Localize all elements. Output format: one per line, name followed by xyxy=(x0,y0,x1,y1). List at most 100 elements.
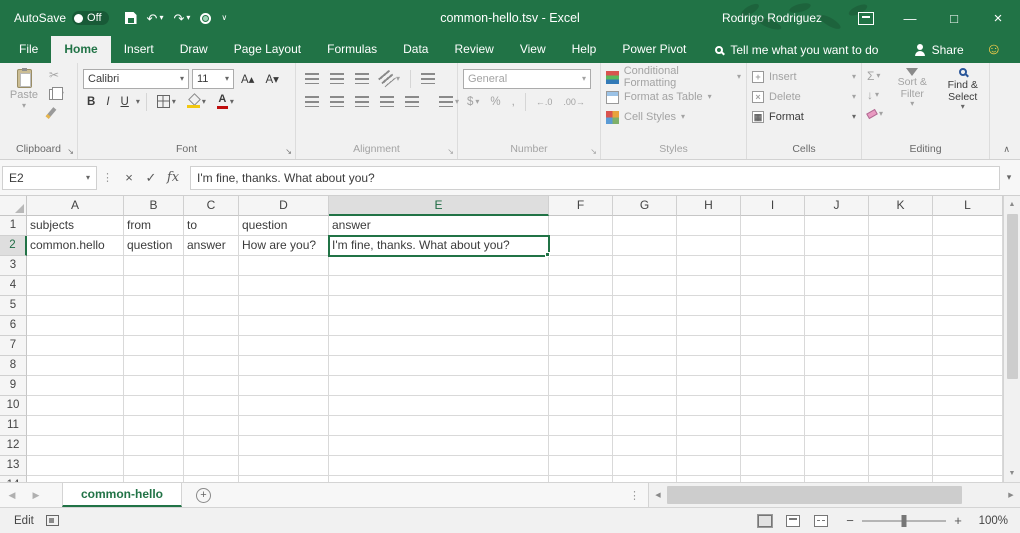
customize-qat-button[interactable]: ∨ xyxy=(221,14,227,22)
cell-styles-button[interactable]: Cell Styles ▾ xyxy=(606,107,741,127)
row-header-7[interactable]: 7 xyxy=(0,336,27,356)
cell-E13[interactable] xyxy=(329,456,549,476)
cell-K6[interactable] xyxy=(869,316,933,336)
fill-handle[interactable] xyxy=(545,252,550,257)
conditional-formatting-button[interactable]: Conditional Formatting ▾ xyxy=(606,67,741,87)
cell-J5[interactable] xyxy=(805,296,869,316)
clear-button[interactable]: ▾ xyxy=(867,105,883,122)
cell-I3[interactable] xyxy=(741,256,805,276)
cell-G10[interactable] xyxy=(613,396,677,416)
cell-H4[interactable] xyxy=(677,276,741,296)
cell-H8[interactable] xyxy=(677,356,741,376)
bold-button[interactable]: B xyxy=(83,95,99,109)
cell-H3[interactable] xyxy=(677,256,741,276)
cell-D14[interactable] xyxy=(239,476,329,482)
expand-formula-bar-button[interactable]: ▾ xyxy=(1000,172,1018,183)
cell-B3[interactable] xyxy=(124,256,184,276)
delete-cells-button[interactable]: × Delete ▾ xyxy=(752,87,856,107)
tab-help[interactable]: Help xyxy=(559,36,610,63)
row-header-12[interactable]: 12 xyxy=(0,436,27,456)
cell-D1[interactable]: question xyxy=(239,216,329,236)
normal-view-button[interactable] xyxy=(758,515,772,527)
next-sheet-button[interactable]: ▶ xyxy=(24,483,48,507)
accounting-format-button[interactable]: $▾ xyxy=(463,95,483,109)
redo-button[interactable]: ↷ ▾ xyxy=(173,12,190,25)
cell-K2[interactable] xyxy=(869,236,933,256)
cell-H10[interactable] xyxy=(677,396,741,416)
cell-E12[interactable] xyxy=(329,436,549,456)
save-button[interactable] xyxy=(125,12,137,24)
cell-F11[interactable] xyxy=(549,416,613,436)
cell-G1[interactable] xyxy=(613,216,677,236)
user-name[interactable]: Rodrigo Rodriguez xyxy=(722,11,822,25)
cell-L13[interactable] xyxy=(933,456,1003,476)
formula-input[interactable]: I'm fine, thanks. What about you? xyxy=(190,166,1000,190)
cell-L2[interactable] xyxy=(933,236,1003,256)
align-top-button[interactable] xyxy=(301,72,323,85)
comma-style-button[interactable]: , xyxy=(508,95,519,109)
cell-J12[interactable] xyxy=(805,436,869,456)
cell-I6[interactable] xyxy=(741,316,805,336)
feedback-smiley-button[interactable]: ☺ xyxy=(986,36,1002,63)
cell-A9[interactable] xyxy=(27,376,124,396)
column-header-J[interactable]: J xyxy=(805,196,869,216)
cell-D9[interactable] xyxy=(239,376,329,396)
cell-G4[interactable] xyxy=(613,276,677,296)
cell-F4[interactable] xyxy=(549,276,613,296)
cell-I13[interactable] xyxy=(741,456,805,476)
cell-J7[interactable] xyxy=(805,336,869,356)
column-header-I[interactable]: I xyxy=(741,196,805,216)
cell-F14[interactable] xyxy=(549,476,613,482)
tab-home[interactable]: Home xyxy=(51,36,110,63)
cell-C11[interactable] xyxy=(184,416,239,436)
formula-bar-splitter[interactable]: ⋮ xyxy=(102,171,113,184)
number-dialog-launcher[interactable]: ↘ xyxy=(590,147,597,156)
cell-C14[interactable] xyxy=(184,476,239,482)
underline-caret-icon[interactable]: ▾ xyxy=(136,98,140,106)
cell-A4[interactable] xyxy=(27,276,124,296)
cell-C12[interactable] xyxy=(184,436,239,456)
cell-L8[interactable] xyxy=(933,356,1003,376)
sheet-tab-common-hello[interactable]: common-hello xyxy=(62,483,182,507)
cell-J8[interactable] xyxy=(805,356,869,376)
cell-J6[interactable] xyxy=(805,316,869,336)
font-color-button[interactable]: A ▾ xyxy=(213,93,238,110)
horizontal-scroll-thumb[interactable] xyxy=(667,486,962,504)
number-format-combo[interactable]: General ▾ xyxy=(463,69,591,89)
cell-G11[interactable] xyxy=(613,416,677,436)
scroll-left-button[interactable]: ◀ xyxy=(649,483,667,507)
cell-K13[interactable] xyxy=(869,456,933,476)
font-size-combo[interactable]: 11 ▾ xyxy=(192,69,234,89)
tab-file[interactable]: File xyxy=(6,36,51,63)
font-name-combo[interactable]: Calibri ▾ xyxy=(83,69,189,89)
row-header-2[interactable]: 2 xyxy=(0,236,27,256)
cell-B4[interactable] xyxy=(124,276,184,296)
cell-A14[interactable] xyxy=(27,476,124,482)
tab-view[interactable]: View xyxy=(507,36,559,63)
column-header-K[interactable]: K xyxy=(869,196,933,216)
scroll-right-button[interactable]: ▶ xyxy=(1002,483,1020,507)
cell-C2[interactable]: answer xyxy=(184,236,239,256)
align-left-button[interactable] xyxy=(301,95,323,108)
cell-C10[interactable] xyxy=(184,396,239,416)
cell-K7[interactable] xyxy=(869,336,933,356)
row-header-11[interactable]: 11 xyxy=(0,416,27,436)
row-header-10[interactable]: 10 xyxy=(0,396,27,416)
macro-record-icon[interactable] xyxy=(46,515,59,526)
row-header-13[interactable]: 13 xyxy=(0,456,27,476)
cell-B6[interactable] xyxy=(124,316,184,336)
cell-J4[interactable] xyxy=(805,276,869,296)
cell-D10[interactable] xyxy=(239,396,329,416)
cell-G12[interactable] xyxy=(613,436,677,456)
minimize-button[interactable]: — xyxy=(888,0,932,36)
shrink-font-button[interactable]: A▾ xyxy=(261,71,282,87)
column-header-F[interactable]: F xyxy=(549,196,613,216)
maximize-button[interactable]: □ xyxy=(932,0,976,36)
cell-D6[interactable] xyxy=(239,316,329,336)
cell-E10[interactable] xyxy=(329,396,549,416)
cell-C9[interactable] xyxy=(184,376,239,396)
cell-B13[interactable] xyxy=(124,456,184,476)
cell-E3[interactable] xyxy=(329,256,549,276)
autosum-button[interactable]: Σ▾ xyxy=(867,67,883,84)
cell-G9[interactable] xyxy=(613,376,677,396)
